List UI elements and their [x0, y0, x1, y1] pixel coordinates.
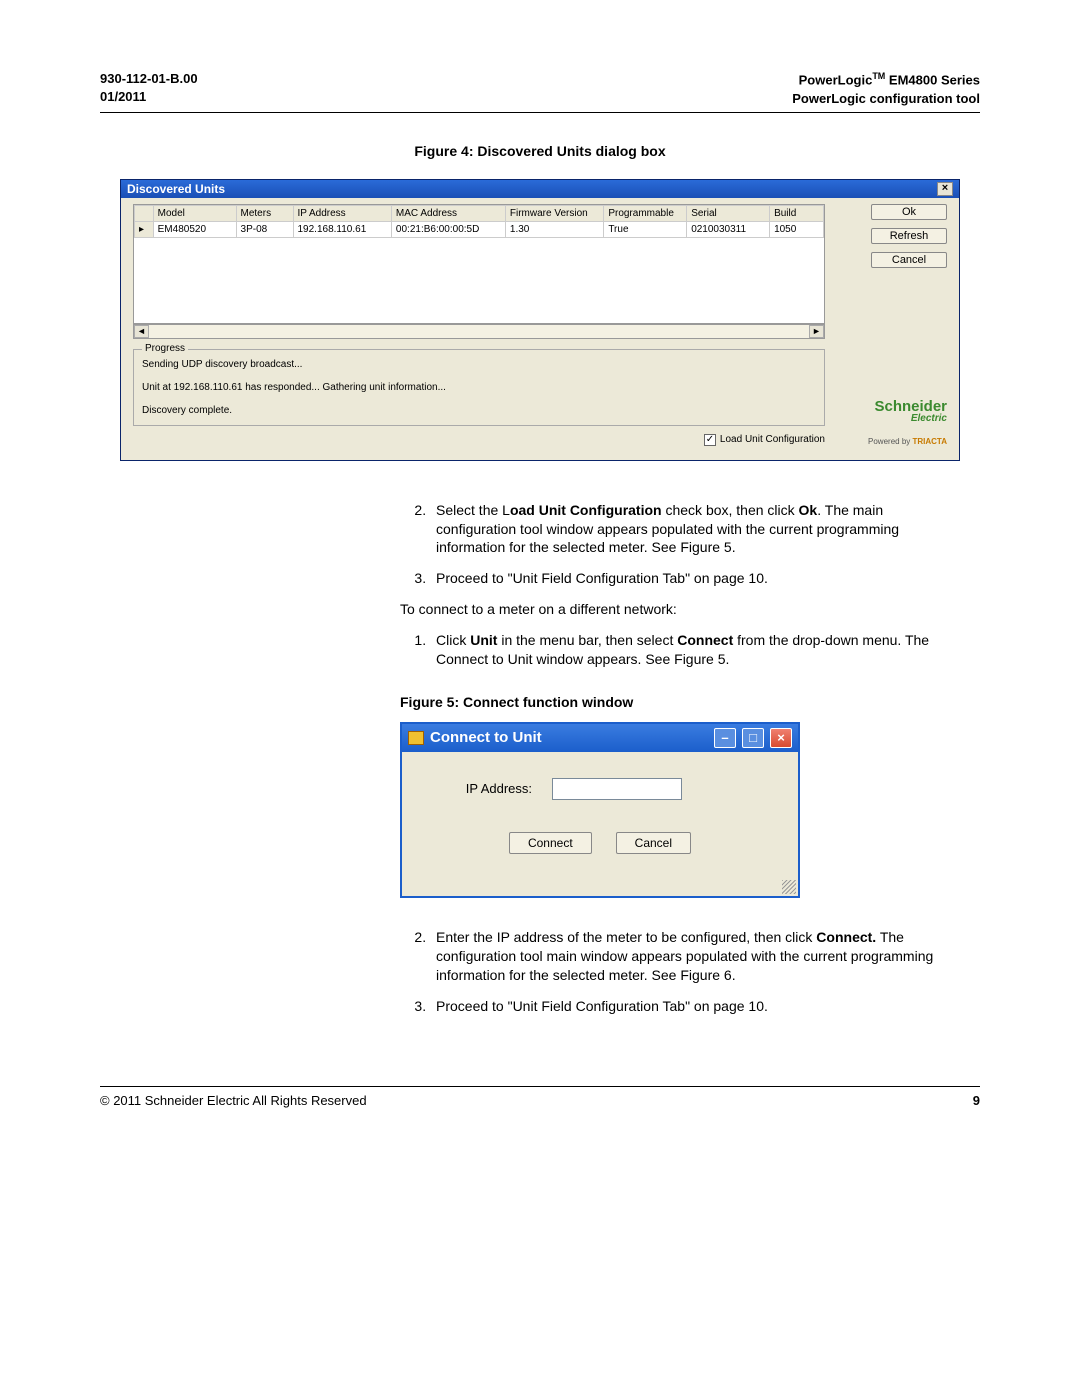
cell-programmable: True: [604, 221, 687, 237]
row-selector-icon[interactable]: ▸: [135, 221, 154, 237]
connect-button[interactable]: Connect: [509, 832, 592, 854]
page-number: 9: [973, 1093, 980, 1108]
grid-empty-area: [134, 238, 824, 323]
col-model[interactable]: Model: [153, 205, 236, 221]
ip-address-input[interactable]: [552, 778, 682, 800]
cell-serial: 0210030311: [687, 221, 770, 237]
paragraph: To connect to a meter on a different net…: [400, 600, 960, 619]
cell-mac: 00:21:B6:00:00:5D: [391, 221, 505, 237]
scroll-track[interactable]: [149, 325, 809, 338]
cell-model: EM480520: [153, 221, 236, 237]
doc-series: PowerLogicTM EM4800 Series: [792, 70, 980, 90]
col-selector: [135, 205, 154, 221]
copyright: © 2011 Schneider Electric All Rights Res…: [100, 1093, 367, 1108]
discovered-units-dialog: Discovered Units × Model Meters IP Addre…: [120, 179, 960, 461]
progress-line: Sending UDP discovery broadcast...: [142, 359, 816, 370]
dialog-titlebar[interactable]: Discovered Units ×: [121, 180, 959, 198]
col-programmable[interactable]: Programmable: [604, 205, 687, 221]
dialog2-title-text: Connect to Unit: [430, 729, 542, 746]
page-footer: © 2011 Schneider Electric All Rights Res…: [100, 1086, 980, 1108]
body-text-2: Enter the IP address of the meter to be …: [400, 928, 960, 1016]
figure4-caption: Figure 4: Discovered Units dialog box: [100, 143, 980, 159]
header-right: PowerLogicTM EM4800 Series PowerLogic co…: [792, 70, 980, 108]
scroll-left-icon[interactable]: ◄: [134, 325, 149, 338]
ip-address-label: IP Address:: [442, 781, 532, 796]
triacta-credit: Powered by TRIACTA: [868, 437, 947, 446]
col-serial[interactable]: Serial: [687, 205, 770, 221]
step-3: Proceed to "Unit Field Configuration Tab…: [430, 569, 960, 588]
minimize-icon[interactable]: –: [714, 728, 736, 748]
table-row[interactable]: ▸ EM480520 3P-08 192.168.110.61 00:21:B6…: [135, 221, 824, 237]
doc-number: 930-112-01-B.00: [100, 70, 198, 88]
col-firmware[interactable]: Firmware Version: [505, 205, 603, 221]
schneider-logo: Schneider Electric: [874, 400, 947, 423]
refresh-button[interactable]: Refresh: [871, 228, 947, 244]
col-meters[interactable]: Meters: [236, 205, 293, 221]
body-text-1: Select the Load Unit Configuration check…: [400, 501, 960, 669]
page-header: 930-112-01-B.00 01/2011 PowerLogicTM EM4…: [100, 70, 980, 113]
doc-subtitle: PowerLogic configuration tool: [792, 90, 980, 108]
col-mac[interactable]: MAC Address: [391, 205, 505, 221]
step-1b: Click Unit in the menu bar, then select …: [430, 631, 960, 669]
header-left: 930-112-01-B.00 01/2011: [100, 70, 198, 108]
resize-grip-icon[interactable]: [782, 880, 796, 894]
cell-meters: 3P-08: [236, 221, 293, 237]
cell-build: 1050: [770, 221, 824, 237]
cell-ip: 192.168.110.61: [293, 221, 391, 237]
grid-header-row: Model Meters IP Address MAC Address Firm…: [135, 205, 824, 221]
cell-firmware: 1.30: [505, 221, 603, 237]
close-icon[interactable]: ×: [937, 182, 953, 196]
load-unit-config-label: Load Unit Configuration: [720, 434, 825, 445]
figure5-caption: Figure 5: Connect function window: [100, 694, 980, 710]
col-ip[interactable]: IP Address: [293, 205, 391, 221]
horizontal-scrollbar[interactable]: ◄ ►: [133, 324, 825, 339]
doc-date: 01/2011: [100, 88, 198, 106]
dialog-title-text: Discovered Units: [127, 182, 225, 196]
step-3c: Proceed to "Unit Field Configuration Tab…: [430, 997, 960, 1016]
connect-to-unit-dialog: Connect to Unit – □ × IP Address: Connec…: [400, 722, 800, 898]
cancel-button[interactable]: Cancel: [616, 832, 691, 854]
scroll-right-icon[interactable]: ►: [809, 325, 824, 338]
progress-legend: Progress: [142, 343, 188, 354]
progress-line: Discovery complete.: [142, 405, 816, 416]
close-icon[interactable]: ×: [770, 728, 792, 748]
step-2: Select the Load Unit Configuration check…: [430, 501, 960, 558]
progress-line: Unit at 192.168.110.61 has responded... …: [142, 382, 816, 393]
progress-panel: Progress Sending UDP discovery broadcast…: [133, 349, 825, 426]
dialog2-titlebar[interactable]: Connect to Unit – □ ×: [402, 724, 798, 752]
units-grid[interactable]: Model Meters IP Address MAC Address Firm…: [133, 204, 825, 324]
load-unit-config-checkbox[interactable]: ✓: [704, 434, 716, 446]
cancel-button[interactable]: Cancel: [871, 252, 947, 268]
step-2c: Enter the IP address of the meter to be …: [430, 928, 960, 985]
maximize-icon[interactable]: □: [742, 728, 764, 748]
app-icon: [408, 731, 424, 745]
ok-button[interactable]: Ok: [871, 204, 947, 220]
col-build[interactable]: Build: [770, 205, 824, 221]
